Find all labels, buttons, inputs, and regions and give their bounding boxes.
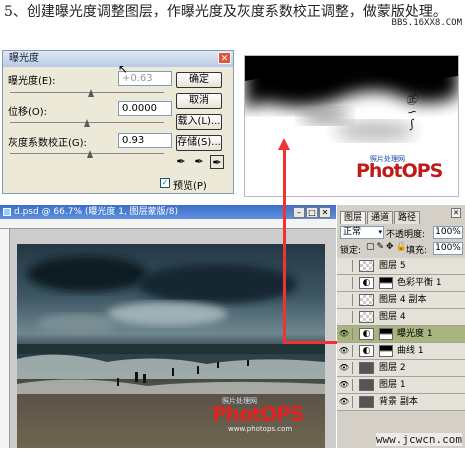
layer-thumbnail[interactable] [359, 294, 374, 306]
ps-doc-icon [3, 208, 11, 216]
offset-label: 位移(O): [8, 107, 48, 118]
lock-icons[interactable]: ▢✎✥🔒 [366, 242, 409, 252]
layer-mask-thumbnail[interactable] [379, 345, 393, 357]
eye-icon[interactable]: 👁 [338, 377, 350, 393]
adjustment-icon[interactable]: ◐ [359, 328, 374, 340]
tab-channels[interactable]: 通道 [367, 211, 394, 224]
tab-paths[interactable]: 路径 [394, 211, 421, 224]
layer-mask-thumbnail[interactable] [379, 328, 393, 340]
layer-mask-thumbnail[interactable] [379, 277, 393, 289]
layer-name: 图层 4 [379, 312, 406, 322]
layer-thumbnail[interactable] [359, 311, 374, 323]
preview-checkbox[interactable]: ✓ [160, 178, 170, 188]
cancel-button[interactable]: 取消 [176, 93, 222, 109]
maximize-icon[interactable]: □ [306, 207, 318, 218]
close-icon[interactable]: ✕ [218, 52, 231, 64]
arrow-line-vertical [283, 148, 286, 343]
watermark-bottom: www.jcwcn.com [375, 433, 462, 446]
exposure-label: 曝光度(E): [8, 76, 56, 87]
arrow-head-icon [278, 138, 290, 150]
adjustment-icon[interactable]: ◐ [359, 277, 374, 289]
layer-row[interactable]: 图层 4 [337, 309, 465, 326]
eye-icon[interactable]: 👁 [338, 326, 350, 342]
minimize-icon[interactable]: – [293, 207, 305, 218]
cursor-icon: ↖ [118, 62, 129, 76]
adjustment-icon[interactable]: ◐ [359, 345, 374, 357]
layer-row[interactable]: 👁 图层 2 [337, 360, 465, 377]
white-eyedropper-icon[interactable]: ✒ [210, 155, 224, 169]
load-button[interactable]: 载入(L)... [176, 114, 222, 130]
black-eyedropper-icon[interactable]: ✒ [174, 155, 188, 169]
layer-thumbnail[interactable] [359, 260, 374, 272]
gamma-slider[interactable] [10, 153, 164, 154]
layer-name: 图层 4 副本 [379, 295, 427, 305]
blend-mode-value: 正常 [343, 227, 362, 237]
ok-button[interactable]: 确定 [176, 72, 222, 88]
gamma-label: 灰度系数校正(G): [8, 138, 87, 149]
layer-name: 图层 5 [379, 261, 406, 271]
save-button[interactable]: 存储(S)... [176, 135, 222, 151]
arrow-line-horizontal [283, 341, 338, 344]
layer-row[interactable]: 👁 ◐ 曝光度 1 [337, 326, 465, 343]
exposure-slider[interactable] [10, 92, 164, 93]
gamma-input[interactable]: 0.93 [118, 133, 172, 148]
eye-icon[interactable]: 👁 [338, 360, 350, 376]
calligraphy-logo: ㊣ ∽ ∫ [404, 92, 419, 132]
layer-name: 色彩平衡 1 [397, 278, 442, 288]
gray-eyedropper-icon[interactable]: ✒ [192, 155, 206, 169]
layer-row[interactable]: 👁 背景 副本 [337, 394, 465, 411]
vertical-ruler [0, 229, 10, 448]
layer-row[interactable]: 👁 ◐ 曲线 1 [337, 343, 465, 360]
lock-label: 锁定: [340, 246, 362, 256]
panel-close-icon[interactable]: ✕ [451, 208, 461, 218]
offset-input[interactable]: 0.0000 [118, 101, 172, 116]
blend-mode-select[interactable]: 正常 ▾ [340, 226, 384, 239]
layer-thumbnail[interactable] [359, 379, 374, 391]
layer-name: 曝光度 1 [397, 329, 433, 339]
photo-logo-url: www.photops.com [228, 425, 293, 433]
layer-thumbnail[interactable] [359, 362, 374, 374]
layer-thumbnail[interactable] [359, 396, 374, 408]
layer-row[interactable]: 图层 4 副本 [337, 292, 465, 309]
fill-label: 填充: [406, 246, 428, 256]
layer-name: 曲线 1 [397, 346, 424, 356]
layer-name: 图层 1 [379, 380, 406, 390]
panel-tabs: 图层 通道 路径 [340, 211, 421, 224]
fill-input[interactable]: 100% [433, 242, 463, 255]
layer-name: 图层 2 [379, 363, 406, 373]
preview-logo-brand: PhotOPS [356, 160, 443, 182]
layer-row[interactable]: ◐ 色彩平衡 1 [337, 275, 465, 292]
opacity-input[interactable]: 100% [433, 226, 463, 239]
chevron-down-icon: ▾ [378, 228, 382, 236]
preview-label: 预览(P) [173, 181, 207, 192]
close-doc-icon[interactable]: ✕ [319, 207, 331, 218]
layer-row[interactable]: 👁 图层 1 [337, 377, 465, 394]
eye-icon[interactable]: 👁 [338, 343, 350, 359]
photo-logo-brand: PhotOPS [212, 402, 304, 426]
opacity-label: 不透明度: [386, 230, 426, 240]
eye-icon[interactable]: 👁 [338, 394, 350, 410]
layer-name: 背景 副本 [379, 397, 418, 407]
tab-layers[interactable]: 图层 [340, 211, 367, 224]
layer-row[interactable]: 图层 5 [337, 258, 465, 275]
watermark-top: BBS.16XX8.COM [391, 18, 462, 28]
